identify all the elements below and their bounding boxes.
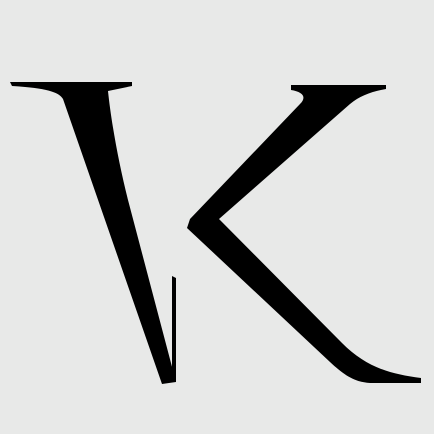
v-stem-join (172, 276, 176, 382)
vk-monogram-logo-icon (0, 0, 434, 434)
logo-canvas (0, 0, 434, 434)
